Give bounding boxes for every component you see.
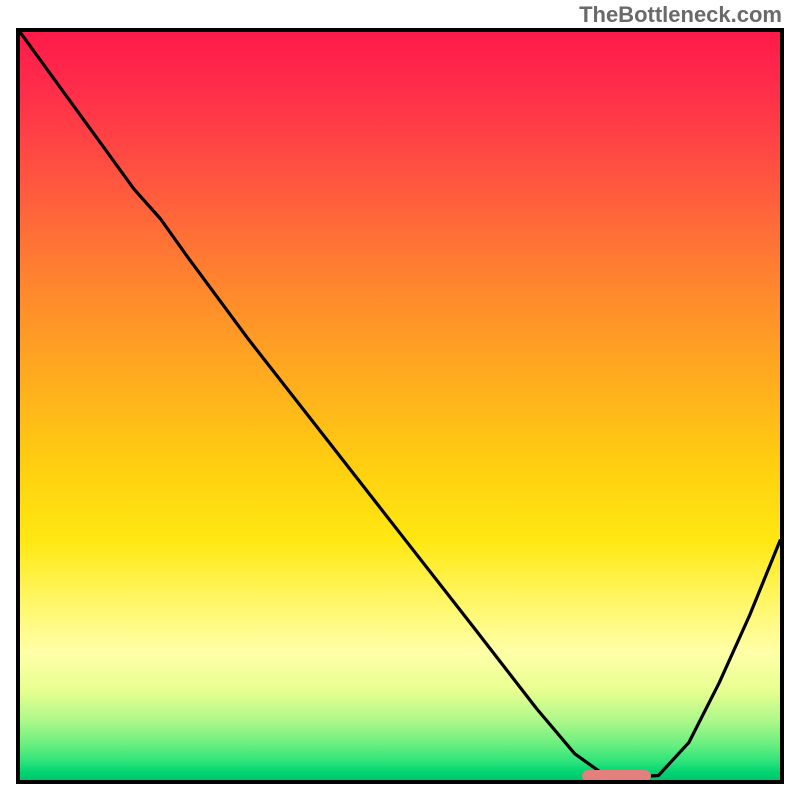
optimal-range-marker: [582, 770, 650, 782]
plot-area: [16, 28, 784, 784]
bottleneck-curve: [20, 32, 780, 780]
chart-container: TheBottleneck.com: [0, 0, 800, 800]
watermark-text: TheBottleneck.com: [579, 2, 782, 28]
